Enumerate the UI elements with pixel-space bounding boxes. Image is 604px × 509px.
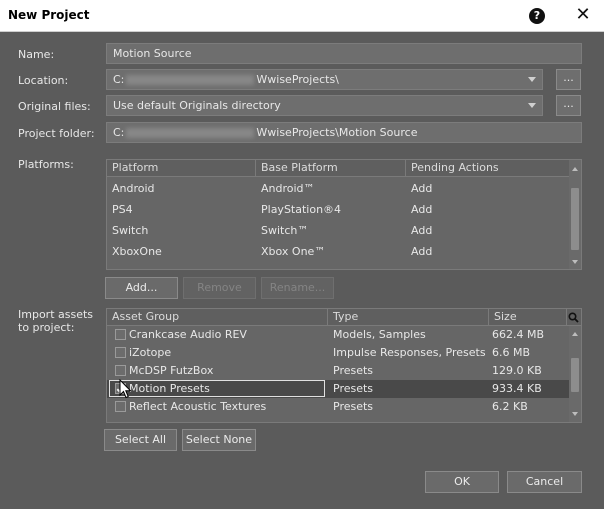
project-folder-suffix: WwiseProjects\Motion Source [256,126,418,139]
asset-type: Presets [333,382,374,395]
base-platform: Android™ [261,182,315,195]
location-suffix: WwiseProjects\ [256,73,339,86]
platform-row[interactable]: Switch Switch™ Add [107,220,569,241]
import-assets-list[interactable]: Asset Group Type Size Crankcase Audio RE… [106,308,582,423]
original-files-value: Use default Originals directory [113,99,281,112]
mouse-pointer-icon [119,378,132,402]
col-asset-group[interactable]: Asset Group [107,309,328,326]
location-combo[interactable]: C: WwiseProjects\ [106,69,543,90]
window-title: New Project [8,8,90,22]
platform-name: Switch [112,224,149,237]
import-header: Asset Group Type Size [107,309,581,326]
scroll-up-icon[interactable] [572,167,578,171]
search-icon[interactable] [567,309,581,326]
asset-size: 933.4 KB [492,382,542,395]
asset-size: 662.4 MB [492,328,545,341]
cancel-button[interactable]: Cancel [507,471,582,493]
platform-name: XboxOne [112,245,162,258]
location-prefix: C: [113,73,125,86]
base-platform: PlayStation®4 [261,203,342,216]
asset-group-name: Crankcase Audio REV [129,328,247,341]
col-pending-actions[interactable]: Pending Actions [406,160,569,177]
platform-row[interactable]: XboxOne Xbox One™ Add [107,241,569,262]
asset-group-name: iZotope [129,346,172,359]
pending-action: Add [411,203,433,216]
platforms-scrollbar[interactable] [569,160,581,269]
platforms-list[interactable]: Platform Base Platform Pending Actions A… [106,159,582,270]
name-field[interactable]: Motion Source [106,43,582,64]
pending-action: Add [411,224,433,237]
asset-group-name: McDSP FutzBox [129,364,214,377]
platforms-label: Platforms: [18,158,74,171]
location-browse-button[interactable]: ... [556,69,581,90]
close-icon[interactable]: ✕ [574,5,592,25]
platform-name: Android [112,182,155,195]
pending-action: Add [411,245,433,258]
chevron-down-icon[interactable] [528,103,536,108]
location-label: Location: [18,74,69,87]
platform-row[interactable]: PS4 PlayStation®4 Add [107,199,569,220]
project-folder-prefix: C: [113,126,125,139]
chevron-down-icon[interactable] [528,77,536,82]
col-size[interactable]: Size [489,309,567,326]
asset-size: 6.6 MB [492,346,531,359]
redacted-path [126,128,255,138]
asset-type: Presets [333,364,374,377]
original-files-browse-button[interactable]: ... [556,95,581,116]
name-value: Motion Source [113,47,192,60]
asset-row[interactable]: Reflect Acoustic Textures Presets 6.2 KB [107,398,569,416]
asset-size: 129.0 KB [492,364,542,377]
asset-row[interactable]: Crankcase Audio REV Models, Samples 662.… [107,326,569,344]
asset-size: 6.2 KB [492,400,528,413]
col-platform[interactable]: Platform [107,160,256,177]
asset-row-selected[interactable]: Motion Presets Presets 933.4 KB [107,380,569,398]
scroll-thumb[interactable] [571,188,579,250]
scroll-thumb[interactable] [571,358,579,392]
original-files-label: Original files: [18,100,91,113]
asset-type: Impulse Responses, Presets [333,346,486,359]
project-folder-label: Project folder: [18,127,95,140]
asset-type: Models, Samples [333,328,426,341]
platforms-header: Platform Base Platform Pending Actions [107,160,569,177]
title-bar: New Project ? ✕ [0,0,604,32]
col-base-platform[interactable]: Base Platform [256,160,406,177]
select-none-button[interactable]: Select None [182,429,256,451]
base-platform: Xbox One™ [261,245,326,258]
platform-name: PS4 [112,203,133,216]
asset-group-name: Reflect Acoustic Textures [129,400,267,413]
scroll-up-icon[interactable] [572,332,578,336]
project-folder-field: C: WwiseProjects\Motion Source [106,122,582,143]
rename-platform-button[interactable]: Rename... [261,277,334,299]
platform-row[interactable]: Android Android™ Add [107,178,569,199]
asset-type: Presets [333,400,374,413]
remove-platform-button[interactable]: Remove [183,277,256,299]
base-platform: Switch™ [261,224,309,237]
help-icon[interactable]: ? [529,8,545,24]
asset-group-name: Motion Presets [129,382,210,395]
original-files-combo[interactable]: Use default Originals directory [106,95,543,116]
select-all-button[interactable]: Select All [104,429,177,451]
scroll-down-icon[interactable] [572,260,578,264]
asset-row[interactable]: iZotope Impulse Responses, Presets 6.6 M… [107,344,569,362]
name-label: Name: [18,48,55,61]
import-scrollbar[interactable] [569,326,581,422]
redacted-path [126,75,255,85]
import-assets-label: Import assets to project: [18,308,94,334]
ok-button[interactable]: OK [425,471,499,493]
add-platform-button[interactable]: Add... [105,277,178,299]
scroll-down-icon[interactable] [572,412,578,416]
pending-action: Add [411,182,433,195]
asset-row[interactable]: McDSP FutzBox Presets 129.0 KB [107,362,569,380]
col-type[interactable]: Type [328,309,489,326]
